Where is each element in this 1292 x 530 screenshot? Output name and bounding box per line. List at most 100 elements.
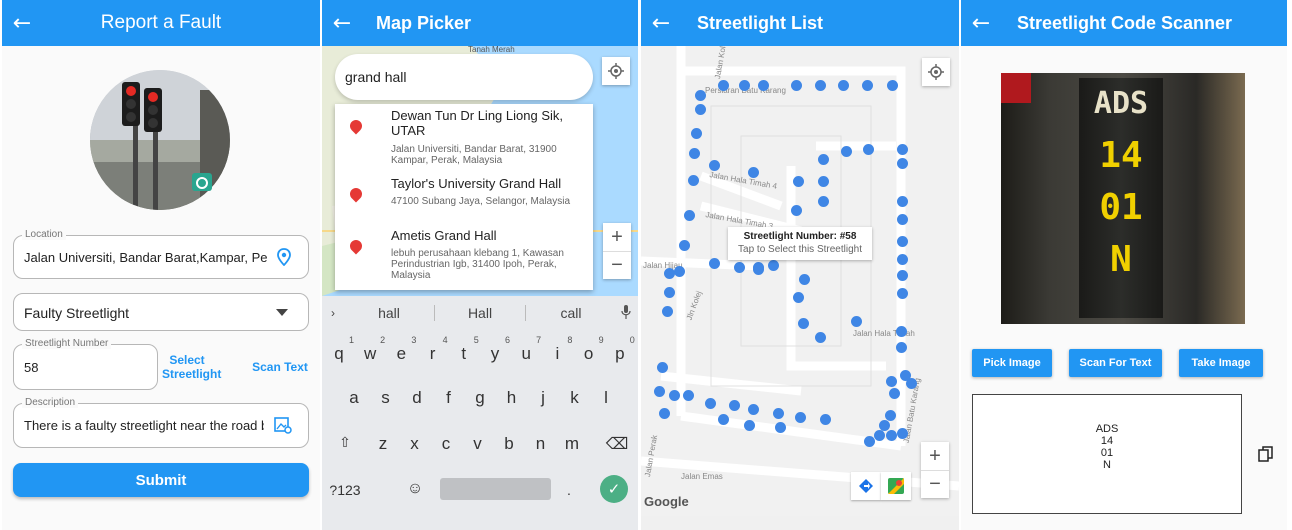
streetlight-marker[interactable] — [896, 326, 907, 337]
back-arrow-icon[interactable]: ← — [641, 0, 681, 46]
kb-suggestion[interactable]: Hall — [435, 305, 525, 321]
scan-result-box[interactable]: ADS 14 01 N — [972, 394, 1242, 514]
key-t[interactable]: t5 — [451, 335, 478, 364]
streetlight-marker[interactable] — [886, 376, 897, 387]
scan-for-text-button[interactable]: Scan For Text — [1069, 349, 1162, 377]
key-r[interactable]: r4 — [420, 335, 448, 364]
chevron-right-icon[interactable]: › — [322, 306, 344, 320]
key-u[interactable]: u7 — [513, 335, 541, 364]
key-y[interactable]: y6 — [482, 335, 510, 364]
streetlight-marker[interactable] — [695, 90, 706, 101]
key-g[interactable]: g — [467, 388, 493, 408]
streetlight-marker[interactable] — [657, 362, 668, 373]
streetlight-marker[interactable] — [705, 398, 716, 409]
streetlight-marker[interactable] — [791, 80, 802, 91]
streetlight-number-field[interactable]: Streetlight Number 58 — [13, 338, 158, 390]
streetlight-marker[interactable] — [664, 268, 675, 279]
streetlight-marker[interactable] — [820, 414, 831, 425]
key-d[interactable]: d — [404, 388, 430, 408]
zoom-out-button[interactable]: − — [921, 470, 949, 498]
location-field[interactable]: Location Jalan Universiti, Bandar Barat,… — [13, 229, 309, 279]
streetlight-marker[interactable] — [654, 386, 665, 397]
submit-button[interactable]: Submit — [13, 463, 309, 497]
image-search-icon[interactable] — [273, 415, 293, 435]
streetlight-marker[interactable] — [718, 80, 729, 91]
symbols-key[interactable]: ?123 — [328, 482, 362, 498]
directions-icon[interactable] — [851, 472, 881, 500]
key-h[interactable]: h — [499, 388, 525, 408]
streetlight-marker[interactable] — [897, 144, 908, 155]
streetlight-marker[interactable] — [768, 260, 779, 271]
streetlight-marker[interactable] — [818, 154, 829, 165]
backspace-key[interactable]: ⌫ — [604, 434, 630, 454]
streetlight-marker[interactable] — [695, 104, 706, 115]
streetlight-marker[interactable] — [793, 292, 804, 303]
suggestion-item[interactable]: Ametis Grand Hall lebuh perusahaan kleba… — [335, 228, 593, 290]
kb-suggestion[interactable]: hall — [344, 305, 434, 321]
streetlight-marker[interactable] — [773, 408, 784, 419]
key-c[interactable]: c — [433, 434, 459, 454]
streetlight-marker[interactable] — [799, 274, 810, 285]
streetlight-marker[interactable] — [748, 167, 759, 178]
streetlight-marker[interactable] — [862, 80, 873, 91]
streetlight-marker[interactable] — [897, 254, 908, 265]
scan-text-button[interactable]: Scan Text — [252, 360, 308, 374]
streetlight-marker[interactable] — [886, 430, 897, 441]
streetlight-tooltip[interactable]: Streetlight Number: #58 Tap to Select th… — [728, 227, 872, 260]
pick-image-button[interactable]: Pick Image — [972, 349, 1052, 377]
key-v[interactable]: v — [465, 434, 491, 454]
streetlight-marker[interactable] — [896, 342, 907, 353]
key-o[interactable]: o9 — [576, 335, 604, 364]
streetlight-marker[interactable] — [838, 80, 849, 91]
key-a[interactable]: a — [341, 388, 367, 408]
take-image-button[interactable]: Take Image — [1179, 349, 1263, 377]
key-e[interactable]: e3 — [388, 335, 417, 364]
select-streetlight-button[interactable]: Select Streetlight — [162, 353, 221, 381]
streetlight-marker[interactable] — [874, 430, 885, 441]
streetlight-marker[interactable] — [897, 196, 908, 207]
streetlight-marker[interactable] — [679, 240, 690, 251]
camera-icon[interactable] — [192, 173, 212, 191]
streetlight-marker[interactable] — [662, 306, 673, 317]
streetlight-marker[interactable] — [709, 160, 720, 171]
zoom-in-button[interactable]: + — [603, 223, 631, 251]
streetlight-marker[interactable] — [897, 288, 908, 299]
streetlight-marker[interactable] — [897, 270, 908, 281]
streetlight-marker[interactable] — [664, 287, 675, 298]
streetlight-marker[interactable] — [897, 214, 908, 225]
streetlight-marker[interactable] — [897, 236, 908, 247]
streetlight-marker[interactable] — [818, 176, 829, 187]
streetlight-marker[interactable] — [885, 410, 896, 421]
done-key[interactable]: ✓ — [600, 475, 628, 503]
microphone-icon[interactable] — [616, 304, 636, 322]
streetlight-marker[interactable] — [851, 316, 862, 327]
streetlight-marker[interactable] — [815, 80, 826, 91]
streetlight-marker[interactable] — [818, 196, 829, 207]
key-m[interactable]: m — [559, 434, 585, 454]
zoom-in-button[interactable]: + — [921, 442, 949, 470]
streetlight-marker[interactable] — [734, 262, 745, 273]
streetlight-marker[interactable] — [753, 264, 764, 275]
my-location-icon[interactable] — [922, 58, 950, 86]
back-arrow-icon[interactable]: ← — [322, 0, 362, 46]
streetlight-marker[interactable] — [897, 158, 908, 169]
key-k[interactable]: k — [562, 388, 588, 408]
streetlight-marker[interactable] — [683, 390, 694, 401]
streetlight-marker[interactable] — [729, 400, 740, 411]
streetlight-marker[interactable] — [758, 80, 769, 91]
streetlight-marker[interactable] — [791, 205, 802, 216]
copy-icon[interactable] — [1258, 446, 1274, 462]
streetlight-marker[interactable] — [744, 420, 755, 431]
key-i[interactable]: i8 — [544, 335, 573, 364]
key-n[interactable]: n — [528, 434, 554, 454]
my-location-icon[interactable] — [602, 57, 630, 85]
zoom-out-button[interactable]: − — [603, 251, 631, 279]
key-z[interactable]: z — [370, 434, 396, 454]
key-q[interactable]: q1 — [326, 335, 354, 364]
key-x[interactable]: x — [402, 434, 428, 454]
streetlight-marker[interactable] — [793, 176, 804, 187]
suggestion-item[interactable]: Dewan Tun Dr Ling Liong Sik, UTAR Jalan … — [335, 104, 593, 176]
streetlight-marker[interactable] — [815, 332, 826, 343]
streetlight-marker[interactable] — [684, 210, 695, 221]
key-l[interactable]: l — [593, 388, 619, 408]
